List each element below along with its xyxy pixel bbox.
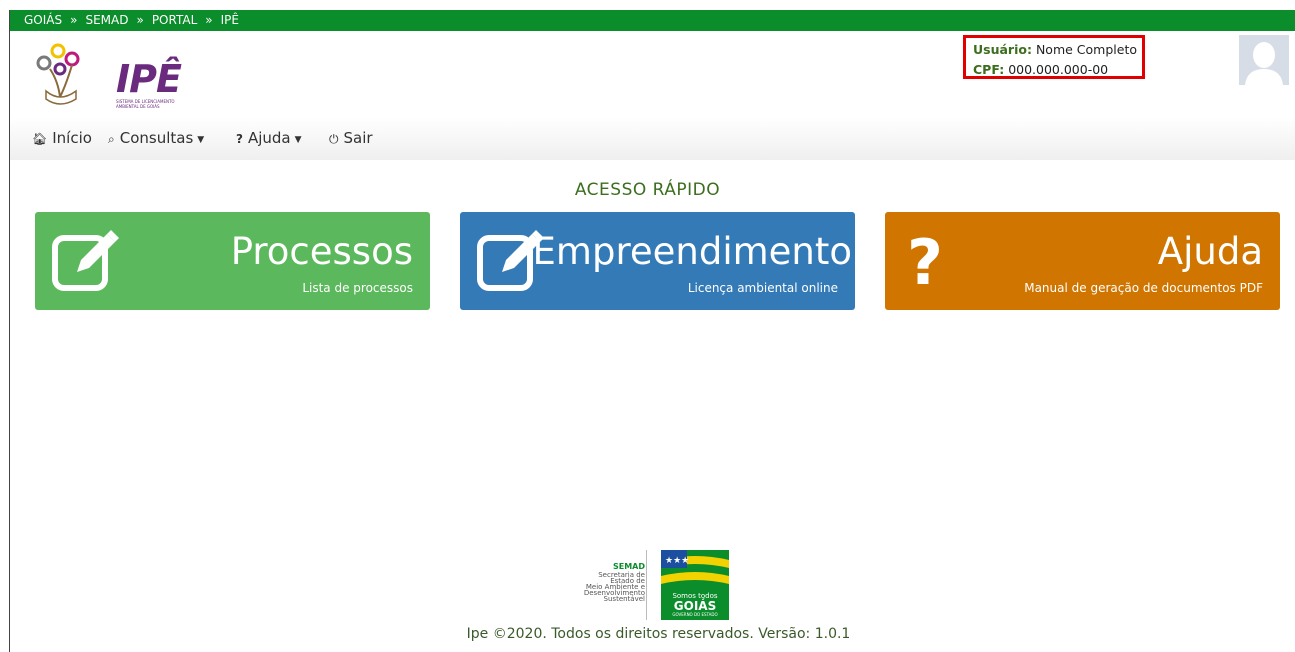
goias-government-logo: ★★★ Somos todos GOIÁS GOVERNO DO ESTADO — [661, 550, 729, 620]
chevron-down-icon: ▼ — [197, 135, 205, 145]
svg-text:?: ? — [907, 226, 943, 294]
logo-title: IPÊ — [116, 57, 182, 101]
nav-inicio-label: Início — [52, 129, 92, 147]
footer-logos: SEMAD Secretaria de Estado de Meio Ambie… — [560, 548, 740, 622]
tile-subtitle: Lista de processos — [302, 281, 413, 295]
user-line: Usuário: Nome Completo — [973, 40, 1142, 60]
tile-processos[interactable]: Processos Lista de processos — [35, 212, 430, 310]
nav-consultas[interactable]: ⌕ Consultas ▼ — [108, 117, 204, 160]
main-navbar: 🏠︎ Início ⌕ Consultas ▼ ? Ajuda ▼ ⏻ Sair — [10, 117, 1295, 160]
cpf-line: CPF: 000.000.000-00 — [973, 60, 1142, 80]
nav-sair[interactable]: ⏻ Sair — [329, 117, 373, 160]
footer-divider — [646, 550, 647, 620]
nav-ajuda-label: Ajuda — [247, 129, 291, 147]
user-label: Usuário: — [973, 42, 1032, 57]
semad-logo: SEMAD Secretaria de Estado de Meio Ambie… — [560, 562, 645, 603]
user-info-box: Usuário: Nome Completo CPF: 000.000.000-… — [963, 35, 1145, 79]
cpf-label: CPF: — [973, 62, 1005, 77]
user-silhouette-icon — [1239, 35, 1289, 85]
breadcrumb-item-semad[interactable]: SEMAD — [85, 10, 128, 31]
goias-logo-text: Somos todos GOIÁS GOVERNO DO ESTADO — [661, 590, 729, 620]
nav-ajuda[interactable]: ? Ajuda ▼ — [236, 117, 302, 160]
breadcrumb-item-goias[interactable]: GOIÁS — [24, 10, 62, 31]
nav-consultas-label: Consultas — [119, 129, 194, 147]
svg-text:★★★: ★★★ — [665, 556, 689, 566]
home-icon: 🏠︎ — [32, 132, 48, 146]
tile-ajuda[interactable]: ? Ajuda Manual de geração de documentos … — [885, 212, 1280, 310]
cpf-value: 000.000.000-00 — [1008, 62, 1109, 77]
breadcrumb-separator: » — [205, 13, 213, 27]
breadcrumb: GOIÁS » SEMAD » PORTAL » IPÊ — [10, 10, 1295, 31]
logo-subtitle: SISTEMA DE LICENCIAMENTO AMBIENTAL DE GO… — [116, 99, 175, 109]
gov-line3: GOVERNO DO ESTADO — [672, 612, 718, 617]
power-icon: ⏻ — [329, 132, 339, 146]
breadcrumb-separator: » — [136, 13, 144, 27]
breadcrumb-separator: » — [70, 13, 78, 27]
search-icon: ⌕ — [108, 132, 115, 146]
tile-title: Ajuda — [1157, 230, 1263, 273]
question-icon: ? — [907, 226, 943, 294]
tile-subtitle: Manual de geração de documentos PDF — [1024, 281, 1263, 295]
avatar[interactable] — [1239, 35, 1289, 85]
gov-line2: GOIÁS — [673, 599, 717, 613]
question-icon: ? — [236, 132, 243, 146]
top-breadcrumb-bar: GOIÁS » SEMAD » PORTAL » IPÊ — [10, 10, 1295, 31]
user-name: Nome Completo — [1035, 42, 1137, 57]
tile-title: Processos — [230, 230, 413, 273]
ipe-flower-icon — [36, 43, 80, 105]
goias-flag-icon: ★★★ — [661, 550, 729, 592]
breadcrumb-item-portal[interactable]: PORTAL — [152, 10, 197, 31]
footer-copyright: Ipe ©2020. Todos os direitos reservados.… — [466, 626, 851, 642]
header: IPÊ SISTEMA DE LICENCIAMENTO AMBIENTAL D… — [10, 31, 1295, 117]
tile-empreendimento[interactable]: Empreendimento Licença ambiental online — [460, 212, 855, 310]
nav-inicio[interactable]: 🏠︎ Início — [32, 117, 92, 160]
ipe-logo[interactable]: IPÊ SISTEMA DE LICENCIAMENTO AMBIENTAL D… — [32, 41, 182, 109]
nav-sair-label: Sair — [343, 129, 373, 147]
tile-subtitle: Licença ambiental online — [687, 281, 838, 295]
edit-icon — [52, 230, 119, 291]
section-title: ACESSO RÁPIDO — [574, 180, 721, 200]
breadcrumb-item-ipe[interactable]: IPÊ — [221, 10, 239, 31]
tile-title: Empreendimento — [532, 230, 852, 273]
chevron-down-icon: ▼ — [294, 135, 302, 145]
